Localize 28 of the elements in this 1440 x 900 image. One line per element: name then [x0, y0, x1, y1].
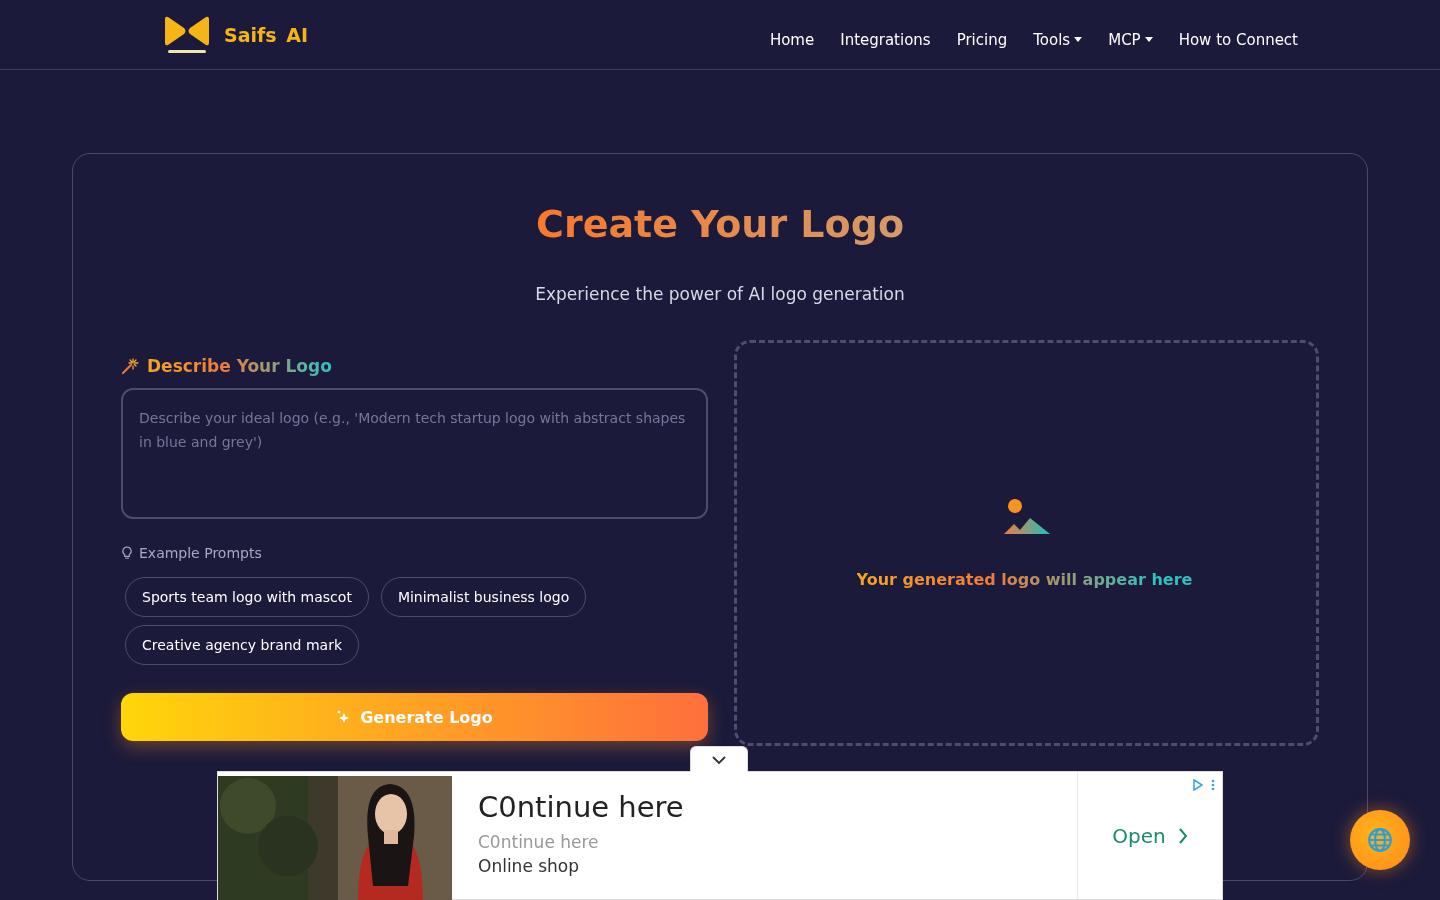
nav-link[interactable]: Integrations [840, 30, 931, 49]
examples-label: Example Prompts [139, 545, 262, 561]
prompt-field[interactable]: Describe your ideal logo (e.g., 'Modern tech startup logo with abstract shapes in blue and grey') [121, 388, 708, 519]
logo-icon [162, 14, 212, 55]
lightbulb-icon [121, 545, 133, 561]
nav-link[interactable]: MCP [1108, 30, 1153, 49]
brand-name[interactable]: Saifs AI [224, 23, 308, 46]
collapse-button[interactable] [690, 746, 748, 772]
magic-wand-icon [121, 357, 139, 375]
nav-link[interactable]: Pricing [956, 30, 1008, 49]
ad-subline: C0ntinue here [478, 832, 600, 852]
image-placeholder-icon [1003, 497, 1050, 534]
page-subtitle: Experience the power of AI logo generation [535, 284, 905, 304]
chevron-right-icon [1177, 826, 1188, 845]
chevron-down-icon [711, 754, 727, 765]
globe-icon [1367, 827, 1393, 853]
nav-link[interactable]: How to Connect [1178, 30, 1298, 49]
language-button[interactable] [1350, 810, 1410, 870]
field-label: Describe Your Logo [147, 356, 332, 376]
caret-icon [1074, 37, 1083, 42]
ad-source: Online shop [478, 856, 581, 876]
open-link[interactable]: Open [1112, 823, 1166, 848]
ad-choices-icon[interactable] [1192, 779, 1216, 791]
ad-headline[interactable]: C0ntinue here [478, 790, 1051, 824]
nav-link[interactable]: Tools [1033, 30, 1083, 49]
sparkle-icon [336, 709, 351, 725]
nav-link[interactable]: Home [769, 30, 815, 49]
caret-icon [1144, 37, 1153, 42]
